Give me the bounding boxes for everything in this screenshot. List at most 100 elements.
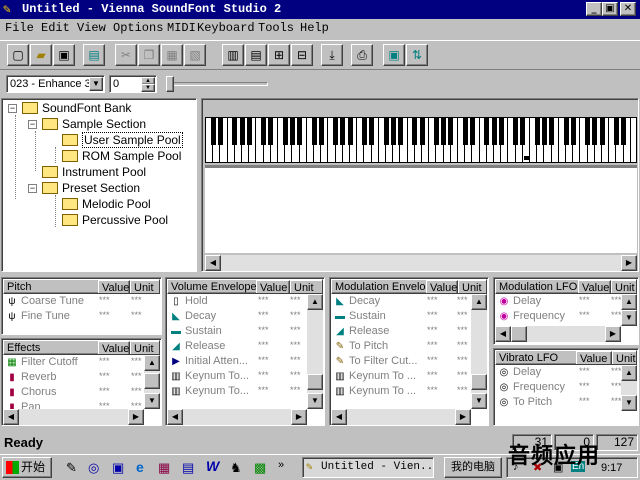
volume-envelope-vertical-scrollbar[interactable]: ▲ ▼ bbox=[307, 294, 323, 409]
quicklaunch-icon[interactable]: ◎ bbox=[88, 460, 99, 476]
save-button[interactable]: ▣ bbox=[53, 44, 75, 66]
piano-black-key[interactable] bbox=[484, 118, 490, 145]
copy-button[interactable]: ❐ bbox=[138, 44, 160, 66]
effects-horizontal-scrollbar[interactable]: ◀ ▶ bbox=[3, 409, 144, 425]
modulation-envelope-value-header[interactable]: Value bbox=[426, 280, 458, 293]
vibrato-lfo-value-header[interactable]: Value bbox=[576, 351, 612, 364]
quicklaunch-icon[interactable]: ✎ bbox=[66, 460, 77, 476]
piano-black-key[interactable] bbox=[297, 118, 303, 145]
scroll-left-icon[interactable]: ◀ bbox=[205, 255, 221, 271]
download-button[interactable]: ⤓ bbox=[321, 44, 343, 66]
piano-black-key[interactable] bbox=[513, 118, 519, 145]
task-button-vienna[interactable]: ✎ Untitled - Vien... bbox=[302, 457, 434, 478]
modulation-envelope-vertical-scrollbar[interactable]: ▲ ▼ bbox=[471, 294, 487, 409]
piano-black-key[interactable] bbox=[462, 118, 468, 145]
more-icon[interactable]: » bbox=[278, 459, 284, 471]
modulation-envelope-row[interactable]: ✎ To Pitch *** *** bbox=[331, 339, 471, 354]
modulation-lfo-row-delay[interactable]: ◉ Delay *** *** bbox=[495, 294, 622, 309]
menu-help[interactable]: Help bbox=[300, 19, 329, 38]
my-computer-button[interactable]: 我的电脑 bbox=[444, 457, 502, 478]
volume-envelope-row[interactable]: ◢ Release *** *** bbox=[167, 339, 307, 354]
scroll-down-icon[interactable]: ▼ bbox=[307, 393, 323, 409]
scroll-right-icon[interactable]: ▶ bbox=[128, 409, 144, 425]
pitch-row-coarse-tune[interactable]: ψ Coarse Tune *** *** bbox=[3, 294, 160, 309]
effects-vertical-scrollbar[interactable]: ▲ ▼ bbox=[144, 355, 160, 409]
sort-button[interactable]: ⇅ bbox=[406, 44, 428, 66]
piano-black-key[interactable] bbox=[390, 118, 396, 145]
piano-keyboard[interactable] bbox=[205, 117, 637, 163]
modulation-envelope-row[interactable]: ▬ Sustain *** *** bbox=[331, 309, 471, 324]
delete-button[interactable]: ▧ bbox=[184, 44, 206, 66]
scroll-down-icon[interactable]: ▼ bbox=[471, 393, 487, 409]
scroll-down-icon[interactable]: ▼ bbox=[144, 393, 160, 409]
scroll-left-icon[interactable]: ◀ bbox=[3, 409, 19, 425]
piano-black-key[interactable] bbox=[217, 118, 223, 145]
open-folder-button[interactable]: ▰ bbox=[30, 44, 52, 66]
volume-envelope-row[interactable]: ▶ Initial Atten... *** *** bbox=[167, 354, 307, 369]
menu-midi[interactable]: MIDI bbox=[167, 19, 196, 38]
piano-black-key[interactable] bbox=[239, 118, 245, 145]
modulation-lfo-row-frequency[interactable]: ◉ Frequency *** *** bbox=[495, 309, 622, 324]
scroll-up-icon[interactable]: ▲ bbox=[307, 294, 323, 310]
piano-black-key[interactable] bbox=[261, 118, 267, 145]
piano-black-key[interactable] bbox=[541, 118, 547, 145]
word-icon[interactable]: W bbox=[206, 458, 219, 474]
volume-slider-track[interactable] bbox=[168, 82, 268, 86]
vibrato-lfo-row-frequency[interactable]: ◎ Frequency *** *** bbox=[495, 380, 622, 395]
scroll-left-icon[interactable]: ◀ bbox=[167, 409, 183, 425]
paste-button[interactable]: ▦ bbox=[161, 44, 183, 66]
modulation-envelope-row[interactable]: ▥ Keynum To ... *** *** bbox=[331, 384, 471, 399]
editor-horizontal-scrollbar[interactable]: ◀ ▶ bbox=[205, 255, 637, 271]
scroll-right-icon[interactable]: ▶ bbox=[605, 326, 621, 342]
piano-black-key[interactable] bbox=[592, 118, 598, 145]
modulation-lfo-unit-header[interactable]: Unit bbox=[611, 280, 636, 293]
browser-icon[interactable]: e bbox=[136, 459, 144, 475]
piano-black-key[interactable] bbox=[318, 118, 324, 145]
maximize-button[interactable]: ▣ bbox=[602, 2, 618, 16]
menu-view[interactable]: View bbox=[77, 19, 106, 38]
piano-black-key[interactable] bbox=[549, 118, 555, 145]
volume-envelope-row[interactable]: ▥ Keynum To... *** *** bbox=[167, 384, 307, 399]
piano-black-key[interactable] bbox=[361, 118, 367, 145]
modulation-envelope-row[interactable]: ▥ Keynum To ... *** *** bbox=[331, 369, 471, 384]
start-button[interactable]: 开始 bbox=[2, 457, 52, 478]
piano-black-key[interactable] bbox=[534, 118, 540, 145]
quicklaunch-icon[interactable]: ▦ bbox=[158, 460, 170, 476]
scroll-right-icon[interactable]: ▶ bbox=[291, 409, 307, 425]
piano-black-key[interactable] bbox=[563, 118, 569, 145]
piano-button[interactable]: ▤ bbox=[245, 44, 267, 66]
volume-envelope-row[interactable]: ▯ Hold *** *** bbox=[167, 294, 307, 309]
volume-envelope-row[interactable]: ▬ Sustain *** *** bbox=[167, 324, 307, 339]
quicklaunch-icon[interactable]: ▣ bbox=[112, 460, 124, 476]
piano-black-key[interactable] bbox=[433, 118, 439, 145]
tree-percussive-pool[interactable]: Percussive Pool bbox=[62, 213, 168, 228]
piano-black-key[interactable] bbox=[419, 118, 425, 145]
properties-button[interactable]: ▤ bbox=[83, 44, 105, 66]
effects-value-header[interactable]: Value bbox=[98, 341, 130, 354]
preset-select[interactable]: 023 - Enhance 3 ▼ bbox=[6, 75, 105, 93]
piano-black-key[interactable] bbox=[311, 118, 317, 145]
piano-black-key[interactable] bbox=[491, 118, 497, 145]
piano-black-key[interactable] bbox=[498, 118, 504, 145]
spin-down-icon[interactable]: ▼ bbox=[141, 84, 155, 92]
tree-rom-sample-pool[interactable]: ROM Sample Pool bbox=[62, 149, 181, 164]
menu-tools[interactable]: Tools bbox=[258, 19, 294, 38]
dropdown-arrow-icon[interactable]: ▼ bbox=[89, 77, 103, 91]
modulation-envelope-row[interactable]: ✎ To Filter Cut... *** *** bbox=[331, 354, 471, 369]
scroll-thumb[interactable] bbox=[144, 373, 160, 389]
volume-envelope-unit-header[interactable]: Unit bbox=[290, 280, 322, 293]
effects-row-reverb[interactable]: ▮ Reverb *** *** bbox=[3, 370, 143, 385]
piano-black-key[interactable] bbox=[289, 118, 295, 145]
piano-black-key[interactable] bbox=[282, 118, 288, 145]
piano-black-key[interactable] bbox=[613, 118, 619, 145]
modulation-lfo-value-header[interactable]: Value bbox=[578, 280, 611, 293]
vibrato-lfo-vertical-scrollbar[interactable]: ▲ ▼ bbox=[621, 365, 637, 411]
piano-black-key[interactable] bbox=[448, 118, 454, 145]
scroll-left-icon[interactable]: ◀ bbox=[331, 409, 347, 425]
close-button[interactable]: ✕ bbox=[620, 2, 636, 16]
tree-melodic-pool[interactable]: Melodic Pool bbox=[62, 197, 151, 212]
menu-file[interactable]: File bbox=[5, 19, 34, 38]
piano-black-key[interactable] bbox=[340, 118, 346, 145]
effects-unit-header[interactable]: Unit bbox=[130, 341, 159, 354]
volume-envelope-row[interactable]: ▥ Keynum To... *** *** bbox=[167, 369, 307, 384]
